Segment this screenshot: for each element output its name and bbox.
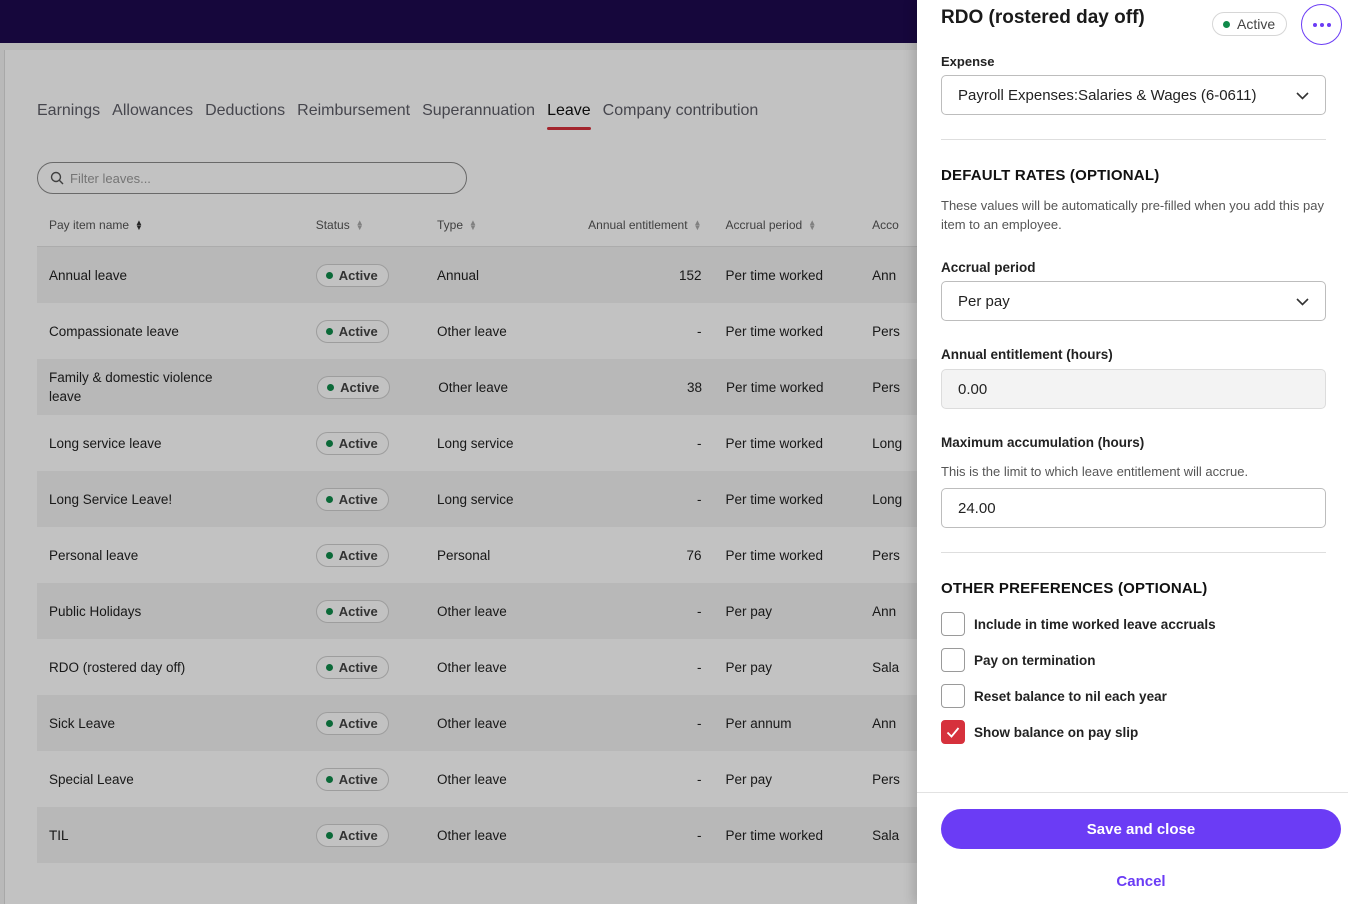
status-badge-label: Active <box>1237 16 1276 32</box>
checkbox-label: Pay on termination <box>974 652 1096 668</box>
accrual-period-value: Per pay <box>958 292 1010 310</box>
other-preferences-heading: OTHER PREFERENCES (OPTIONAL) <box>941 580 1208 597</box>
accrual-period-select[interactable]: Per pay <box>941 281 1326 321</box>
more-dots-icon <box>1326 22 1331 27</box>
cancel-button[interactable]: Cancel <box>941 866 1341 896</box>
divider <box>941 139 1326 140</box>
checkbox-label: Include in time worked leave accruals <box>974 616 1216 632</box>
default-rates-help: These values will be automatically pre-f… <box>941 198 1324 232</box>
accrual-period-label: Accrual period <box>941 260 1036 275</box>
checkbox-label: Show balance on pay slip <box>974 724 1139 740</box>
chevron-down-icon <box>1296 92 1309 100</box>
expense-select-value: Payroll Expenses:Salaries & Wages (6-061… <box>958 86 1257 104</box>
divider <box>941 552 1326 553</box>
more-dots-icon <box>1319 22 1324 27</box>
annual-entitlement-field[interactable] <box>941 369 1326 409</box>
expense-label: Expense <box>941 54 995 69</box>
checkbox-box[interactable] <box>941 720 965 744</box>
checkbox-box[interactable] <box>941 612 965 636</box>
show-balance-checkbox[interactable]: Show balance on pay slip <box>941 720 1138 744</box>
panel-title: RDO (rostered day off) <box>941 7 1145 28</box>
max-accumulation-help: This is the limit to which leave entitle… <box>941 464 1249 479</box>
pay-on-termination-checkbox[interactable]: Pay on termination <box>941 648 1096 672</box>
include-time-worked-checkbox[interactable]: Include in time worked leave accruals <box>941 612 1216 636</box>
save-and-close-button[interactable]: Save and close <box>941 809 1341 849</box>
expense-select[interactable]: Payroll Expenses:Salaries & Wages (6-061… <box>941 75 1326 115</box>
annual-entitlement-label: Annual entitlement (hours) <box>941 347 1113 362</box>
checkbox-box[interactable] <box>941 684 965 708</box>
default-rates-heading: DEFAULT RATES (OPTIONAL) <box>941 167 1160 184</box>
footer-divider <box>917 792 1348 793</box>
status-dot-icon <box>1223 20 1230 28</box>
chevron-down-icon <box>1296 298 1309 306</box>
checkbox-box[interactable] <box>941 648 965 672</box>
checkbox-label: Reset balance to nil each year <box>974 688 1167 704</box>
reset-balance-checkbox[interactable]: Reset balance to nil each year <box>941 684 1167 708</box>
edit-pay-item-panel: RDO (rostered day off) Active Expense Pa… <box>917 0 1348 904</box>
status-badge: Active <box>1212 12 1288 36</box>
max-accumulation-field[interactable] <box>941 488 1326 528</box>
max-accumulation-label: Maximum accumulation (hours) <box>941 435 1145 450</box>
checkmark-icon <box>946 727 960 738</box>
more-dots-icon <box>1312 22 1317 27</box>
more-options-button[interactable] <box>1301 4 1342 45</box>
